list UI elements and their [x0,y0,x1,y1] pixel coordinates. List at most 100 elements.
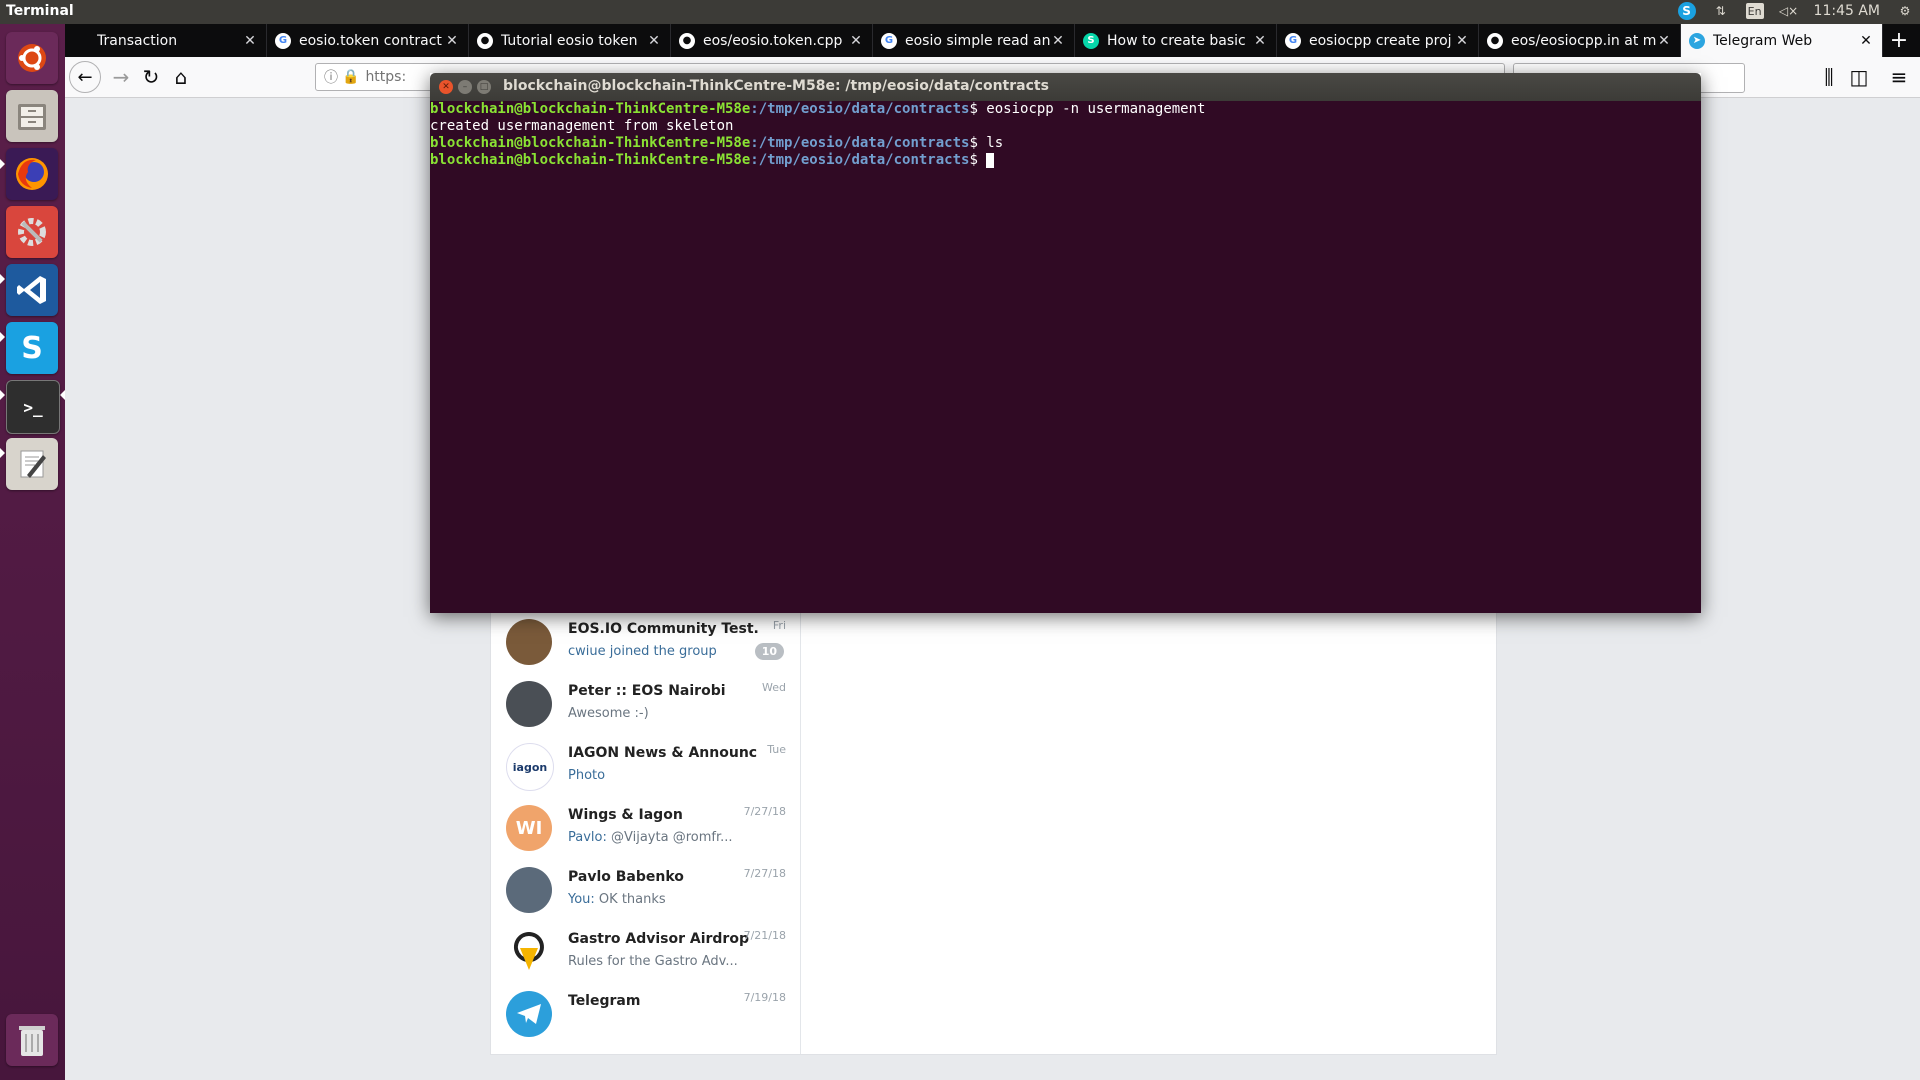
system-tray: S ⇅ En ◁× 11:45 AM ⚙ [1677,2,1914,20]
tab-title: eos/eosio.token.cpp [703,32,843,49]
chat-name: Wings & Iagon [568,807,683,823]
browser-tab[interactable]: ● eos/eosiocpp.in at m ✕ [1479,24,1681,57]
chat-preview: cwiue joined the group [568,644,768,659]
clock[interactable]: 11:45 AM [1814,3,1880,19]
prompt-user: blockchain@blockchain-ThinkCentre-M58e [430,135,751,151]
google-favicon-icon: G [275,32,291,49]
running-indicator [0,159,5,169]
github-favicon-icon: ● [1487,32,1503,49]
tab-title: eosiocpp create proj [1309,32,1452,49]
running-indicator [0,390,5,400]
chat-preview-text: OK thanks [594,892,666,907]
chat-avatar: iagon [506,743,554,791]
library-icon[interactable]: ⫼ [1815,63,1843,91]
running-indicator [0,448,5,458]
chat-preview-text: Photo [568,768,606,783]
chat-name: Gastro Advisor Airdrop [568,931,749,947]
back-arrow-icon[interactable]: ← [69,61,101,93]
tab-title: eosio simple read and [905,32,1050,49]
settings-tools-icon[interactable] [6,206,58,258]
chat-avatar [506,867,552,913]
trash-icon[interactable] [6,1014,58,1066]
chat-list-item[interactable]: Pavlo Babenko You: OK thanks 7/27/18 [491,861,800,923]
chat-avatar: WI [506,805,552,851]
command-output: created usermanagement from skeleton [430,118,734,134]
chat-list-item[interactable]: iagon IAGON News & Announc... Photo Tue [491,737,800,799]
browser-tab[interactable]: ● eos/eosio.token.cpp ✕ [671,24,873,57]
chat-date: 7/19/18 [743,991,786,1004]
command-text: $ eosiocpp -n usermanagement [969,101,1206,117]
chat-preview-text: @Vijayta @romfr... [606,830,733,845]
chat-preview-text: cwiue joined the group [568,644,717,659]
skype-icon[interactable]: S [6,322,58,374]
chat-list-item[interactable]: Peter :: EOS Nairobi Awesome :-) Wed [491,675,800,737]
chat-date: 7/21/18 [743,929,786,942]
chat-preview-text: Awesome :-) [568,706,649,721]
chat-list-item[interactable]: Gastro Advisor Airdrop Rules for the Gast… [491,923,800,985]
chat-list-item[interactable]: WI Wings & Iagon Pavlo: @Vijayta @romfr...… [491,799,800,861]
terminal-icon[interactable]: >_ [6,380,60,434]
vscode-icon[interactable] [6,264,58,316]
tab-close-icon[interactable]: ✕ [1454,33,1470,49]
sidebar-icon[interactable]: ◫ [1845,63,1873,91]
tab-close-icon[interactable]: ✕ [1050,33,1066,49]
chat-name: EOS.IO Community Test... [568,621,758,637]
tab-title: eosio.token contract [299,32,442,49]
tab-title: How to create basic [1107,32,1246,49]
tab-title: Telegram Web [1713,32,1813,49]
settings-gear-icon[interactable]: ⚙ [1896,2,1914,20]
lock-icon: 🔒 [342,69,360,85]
volume-muted-icon[interactable]: ◁× [1779,2,1798,20]
text-cursor [986,152,995,168]
tab-title: Transaction [97,32,178,49]
launcher: S >_ [0,24,65,1080]
browser-tab[interactable]: Geosio simple read and ✕ [873,24,1075,57]
chat-list-item[interactable]: Telegram 7/19/18 [491,985,800,1047]
file-cabinet-icon[interactable] [6,90,58,142]
github-favicon-icon: ● [679,32,695,49]
tab-close-icon[interactable]: ✕ [1656,33,1672,49]
chat-avatar [506,991,552,1037]
terminal-output[interactable]: blockchain@blockchain-ThinkCentre-M58e:/… [430,101,1701,613]
chat-preview: Rules for the Gastro Adv... [568,954,768,969]
active-app-title: Terminal [6,3,74,19]
telegram-favicon-icon: ➤ [1689,32,1705,49]
browser-tab[interactable]: ● Tutorial eosio token ✕ [469,24,671,57]
tab-close-icon[interactable]: ✕ [242,33,258,49]
terminal-titlebar[interactable]: ✕ – □ blockchain@blockchain-ThinkCentre-… [430,73,1701,101]
tab-title: Tutorial eosio token [501,32,638,49]
tab-close-icon[interactable]: ✕ [444,33,460,49]
new-tab-button[interactable]: + [1883,24,1915,57]
info-icon[interactable]: ⓘ [324,67,338,87]
tab-close-icon[interactable]: ✕ [646,33,662,49]
home-icon[interactable]: ⌂ [167,63,195,91]
chat-name: Telegram [568,993,641,1009]
prompt-path: :/tmp/eosio/data/contracts [750,152,970,168]
forward-arrow-icon[interactable]: → [107,63,135,91]
tab-close-icon[interactable]: ✕ [848,33,864,49]
browser-tab[interactable]: ➤ Telegram Web ✕ [1681,24,1883,57]
hamburger-menu-icon[interactable]: ≡ [1885,63,1913,91]
browser-tab[interactable]: Geosio.token contract ✕ [267,24,469,57]
text-editor-icon[interactable] [6,438,58,490]
browser-tab[interactable]: Geosiocpp create proj ✕ [1277,24,1479,57]
running-indicator [0,274,5,284]
reload-icon[interactable]: ↻ [137,63,165,91]
minimize-icon[interactable]: – [458,80,472,94]
tab-close-icon[interactable]: ✕ [1252,33,1268,49]
chat-list-item[interactable]: EOS.IO Community Test... cwiue joined the… [491,613,800,675]
prompt-user: blockchain@blockchain-ThinkCentre-M58e [430,152,751,168]
browser-tab[interactable]: Transaction ✕ [65,24,267,57]
firefox-icon[interactable] [6,148,58,200]
close-icon[interactable]: ✕ [439,80,453,94]
google-favicon-icon: G [1285,32,1301,49]
tab-close-icon[interactable]: ✕ [1858,33,1874,49]
ubuntu-logo-icon[interactable] [6,32,58,84]
network-icon[interactable]: ⇅ [1712,2,1730,20]
tab-title: eos/eosiocpp.in at m [1511,32,1656,49]
maximize-icon[interactable]: □ [477,80,491,94]
keyboard-icon[interactable]: En [1745,3,1764,19]
skype-icon[interactable]: S [1677,2,1696,20]
chat-preview: Photo [568,768,768,783]
browser-tab[interactable]: S How to create basic ✕ [1075,24,1277,57]
